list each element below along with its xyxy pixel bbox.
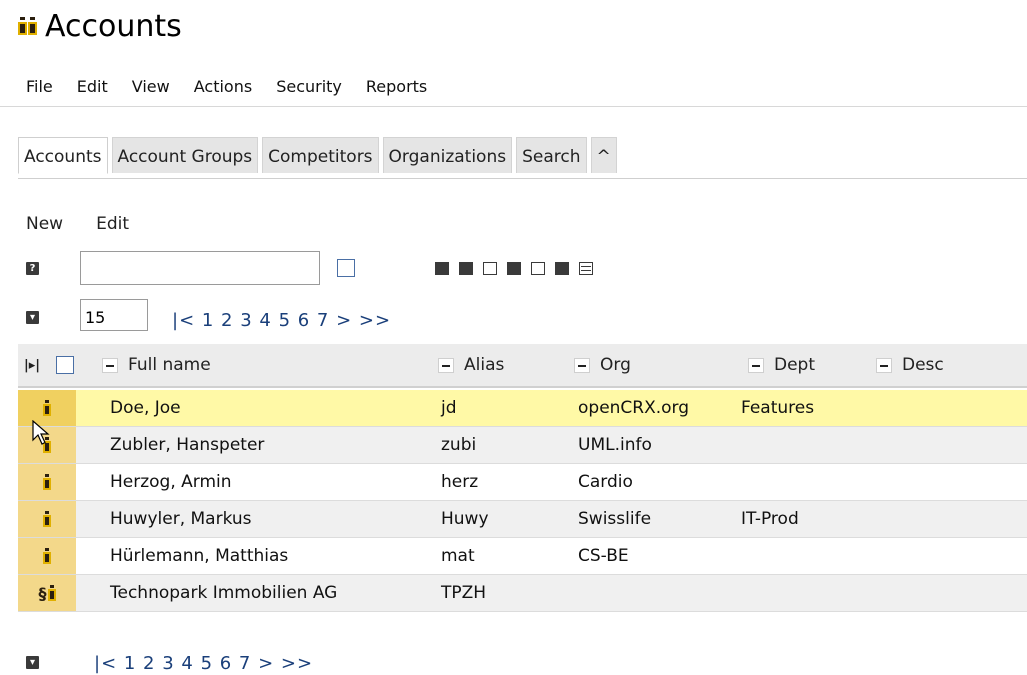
cell-org[interactable]: Swisslife (578, 501, 651, 537)
cell-dept: Features (741, 398, 815, 418)
table-row[interactable]: Hürlemann, Matthias mat CS-BE (18, 538, 1027, 575)
collapse-column-icon[interactable] (748, 357, 764, 373)
tab-divider (18, 178, 1027, 179)
table-row[interactable]: Herzog, Armin herz Cardio (18, 464, 1027, 501)
download-icon-bottom[interactable]: ▾ (26, 656, 39, 669)
tab-collapse[interactable]: ^ (590, 137, 617, 173)
cell-alias: herz (441, 472, 479, 492)
table-row[interactable]: § Technopark Immobilien AG TPZH (18, 575, 1027, 612)
filter-checkbox[interactable] (337, 259, 355, 277)
column-label: Alias (464, 355, 505, 375)
menu-reports[interactable]: Reports (366, 77, 427, 96)
tab-competitors[interactable]: Competitors (262, 137, 379, 173)
collapse-column-icon[interactable] (102, 357, 118, 373)
filter-toolbar (435, 262, 593, 275)
cell-dept: IT-Prod (741, 509, 799, 529)
page-title: Accounts (18, 6, 182, 46)
legal-entity-icon[interactable]: § (18, 575, 76, 611)
cell-full-name[interactable]: Herzog, Armin (110, 464, 232, 500)
cell-alias: mat (441, 546, 475, 566)
filter-down-icon[interactable] (531, 262, 545, 275)
page-size-input[interactable] (80, 299, 148, 331)
column-label: Org (600, 355, 631, 375)
table-row[interactable]: Zubler, Hanspeter zubi UML.info (18, 427, 1027, 464)
check-filter-icon[interactable] (555, 262, 569, 275)
cell-alias: zubi (441, 435, 477, 455)
menu-edit[interactable]: Edit (77, 77, 108, 96)
cell-full-name[interactable]: Technopark Immobilien AG (110, 575, 337, 611)
cell-alias: Huwy (441, 509, 489, 529)
settings-icon[interactable] (507, 262, 521, 275)
menu-view[interactable]: View (132, 77, 170, 96)
column-label: Dept (774, 355, 816, 375)
tab-search[interactable]: Search (516, 137, 587, 173)
cell-alias: TPZH (441, 583, 487, 603)
cell-org[interactable]: Cardio (578, 464, 633, 500)
clear-filter-icon[interactable] (435, 262, 449, 275)
top-pager[interactable]: |< 1 2 3 4 5 6 7 > >> (172, 310, 391, 331)
edit-button[interactable]: Edit (96, 214, 129, 234)
column-alias[interactable]: Alias (438, 344, 504, 386)
help-icon[interactable]: ? (26, 262, 39, 275)
column-desc[interactable]: Desc (876, 344, 944, 386)
select-all-checkbox[interactable] (56, 344, 74, 386)
person-icon[interactable] (18, 464, 76, 500)
download-icon[interactable]: ▾ (26, 311, 39, 324)
mouse-cursor-icon (32, 420, 50, 445)
action-bar: New Edit (26, 214, 129, 234)
table-row[interactable]: Huwyler, Markus Huwy Swisslife IT-Prod (18, 501, 1027, 538)
cell-full-name[interactable]: Hürlemann, Matthias (110, 538, 288, 574)
column-filter-icon[interactable] (459, 262, 473, 275)
menu-bar: File Edit View Actions Security Reports (0, 66, 1027, 107)
person-icon[interactable] (18, 501, 76, 537)
accounts-icon (18, 17, 37, 35)
list-icon[interactable] (579, 262, 593, 275)
menu-file[interactable]: File (26, 77, 53, 96)
tab-accounts[interactable]: Accounts (18, 137, 108, 174)
collapse-column-icon[interactable] (438, 357, 454, 373)
bottom-pager[interactable]: |< 1 2 3 4 5 6 7 > >> (94, 653, 313, 674)
cell-full-name[interactable]: Zubler, Hanspeter (110, 427, 264, 463)
cell-org[interactable]: CS-BE (578, 538, 629, 574)
cell-alias: jd (441, 398, 457, 418)
tab-bar: Accounts Account Groups Competitors Orga… (18, 137, 621, 174)
column-label: Full name (128, 355, 211, 375)
grid-header: |▸| Full name Alias Org Dept Desc (18, 344, 1027, 388)
new-button[interactable]: New (26, 214, 63, 234)
cell-full-name[interactable]: Doe, Joe (110, 390, 181, 426)
cell-org[interactable]: UML.info (578, 427, 652, 463)
columns-icon[interactable] (483, 262, 497, 275)
menu-actions[interactable]: Actions (194, 77, 252, 96)
column-org[interactable]: Org (574, 344, 631, 386)
menu-security[interactable]: Security (276, 77, 342, 96)
cell-org[interactable]: openCRX.org (578, 390, 689, 426)
filter-input[interactable] (80, 251, 320, 285)
expand-all-icon[interactable]: |▸| (24, 344, 40, 386)
column-label: Desc (902, 355, 944, 375)
cell-full-name[interactable]: Huwyler, Markus (110, 501, 252, 537)
column-full-name[interactable]: Full name (102, 344, 211, 386)
column-dept[interactable]: Dept (748, 344, 815, 386)
tab-account-groups[interactable]: Account Groups (111, 137, 259, 173)
tab-organizations[interactable]: Organizations (382, 137, 513, 173)
table-row[interactable]: Doe, Joe jd openCRX.org Features (18, 390, 1027, 427)
collapse-column-icon[interactable] (574, 357, 590, 373)
person-icon[interactable] (18, 538, 76, 574)
page-title-text: Accounts (45, 8, 182, 44)
collapse-column-icon[interactable] (876, 357, 892, 373)
